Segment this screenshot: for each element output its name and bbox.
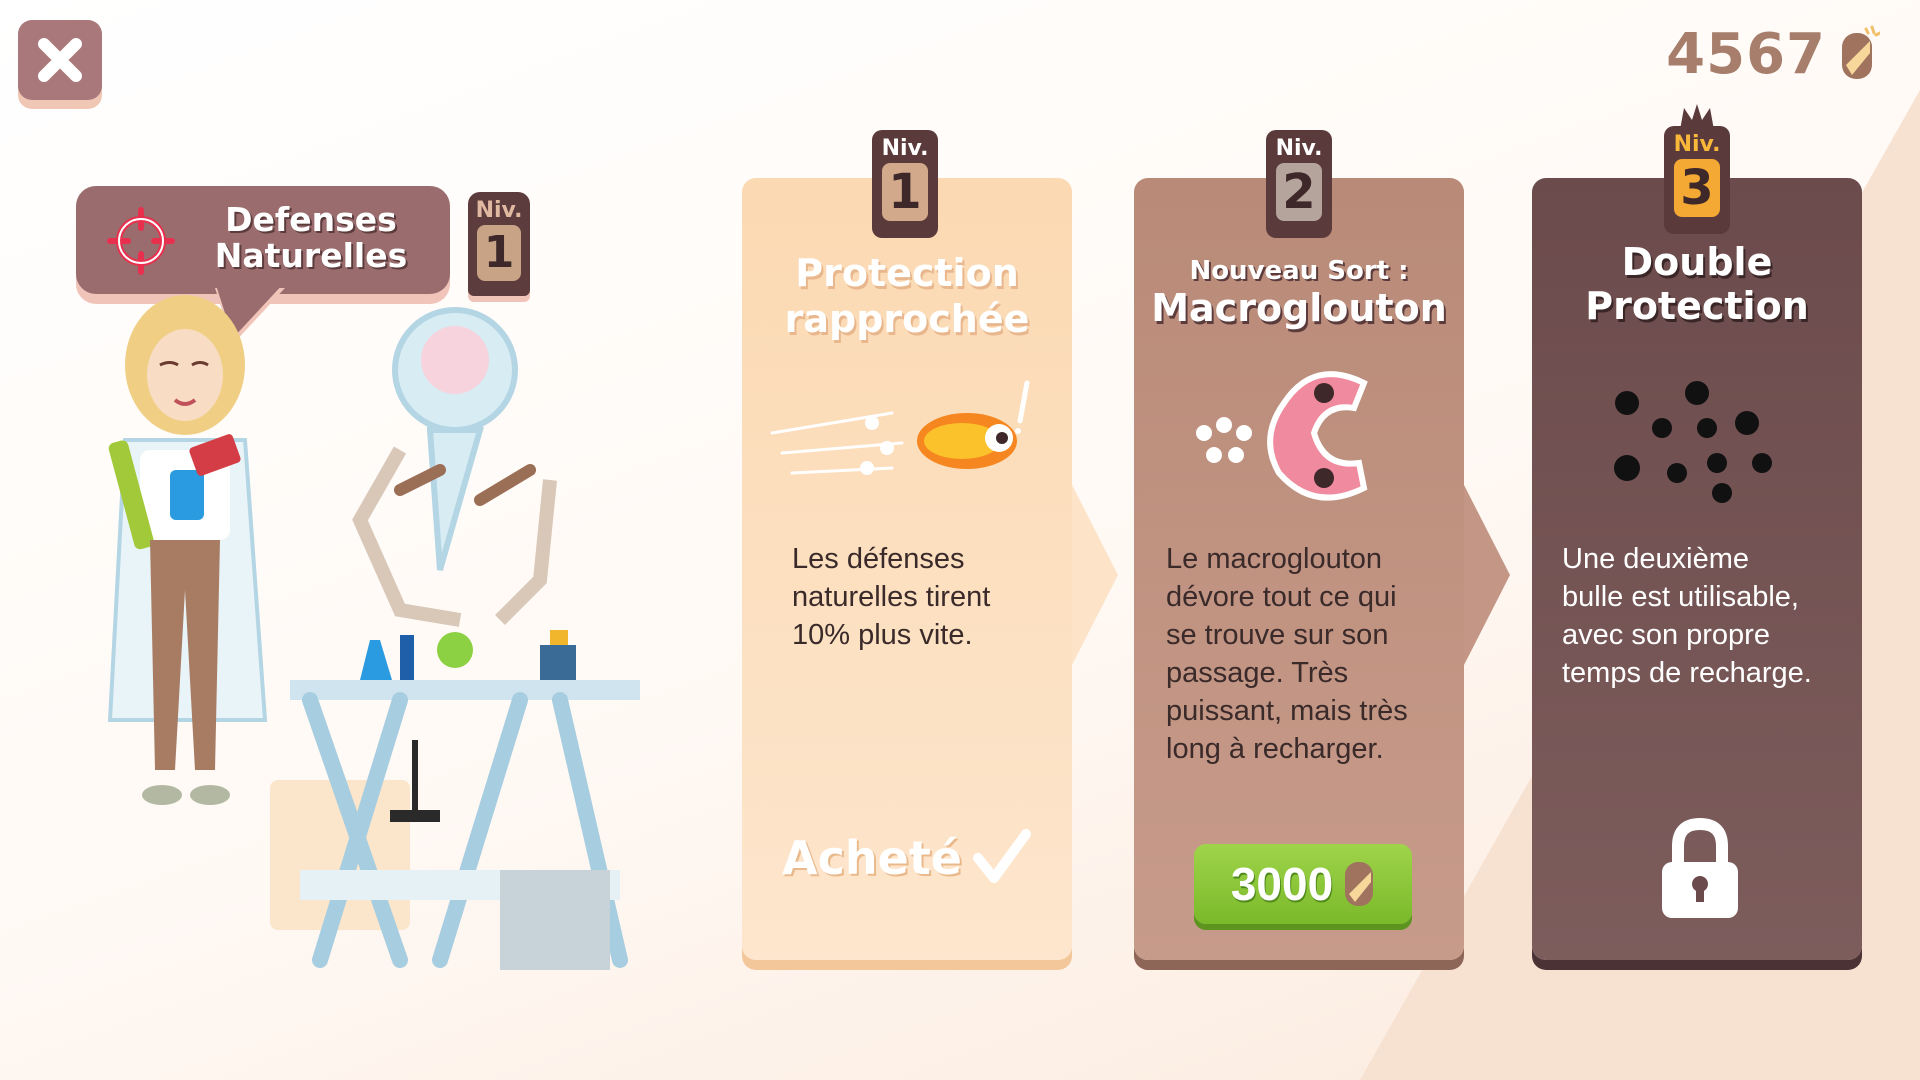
card2-level-number: 2 [1276,163,1322,221]
price-value: 3000 [1230,858,1334,910]
upgrade-card-1[interactable]: Protection rapprochée Les défenses natur… [742,178,1072,960]
coin-icon [1842,25,1880,79]
card3-desc-line3: avec son propre [1562,619,1770,651]
card2-level-tag: Niv. 2 [1266,130,1332,238]
upgrade-card-2[interactable]: Nouveau Sort : Macroglouton Le macroglou… [1134,178,1464,960]
skill-level-label: Niv. [475,198,523,223]
card2-desc-line2: dévore tout ce qui [1166,581,1397,613]
lock-icon [1662,818,1738,918]
card3-title: Double Protection [1532,240,1862,328]
buy-button[interactable]: 3000 [1194,844,1412,924]
skill-level-number: 1 [477,225,521,281]
skill-name-bubble: Defenses Naturelles [76,186,450,294]
skill-name: Defenses Naturelles [176,202,446,274]
upgrade-card-3[interactable]: Double Protection Une deuxième bulle est… [1532,178,1862,960]
purchased-text: Acheté [782,831,963,885]
close-button[interactable] [18,20,102,100]
card2-desc-line5: puissant, mais très [1166,695,1408,727]
card1-description: Les défenses naturelles tirent 10% plus … [792,540,1072,654]
card3-desc-line2: bulle est utilisable, [1562,581,1799,613]
card2-desc-line4: passage. Très [1166,657,1349,689]
skill-level-tag: Niv. 1 [468,192,530,296]
card1-title-line1: Protection [795,251,1019,295]
skill-name-line2: Naturelles [214,236,408,275]
card1-title: Protection rapprochée [742,250,1072,342]
card3-level-number: 3 [1674,159,1720,217]
card1-desc-line1: Les défenses [792,543,965,575]
fireball-creature-illustration [770,380,1030,475]
crown-icon [1680,104,1714,130]
card1-level-tag: Niv. 1 [872,130,938,238]
card1-level-number: 1 [882,163,928,221]
card3-title-line1: Double [1621,240,1773,284]
purchased-label: Acheté [782,828,1032,888]
card1-desc-line2: naturelles tirent [792,581,991,613]
scientist-illustration [107,295,640,970]
card2-desc-line6: long à recharger. [1166,733,1384,765]
card2-subtitle: Nouveau Sort : [1189,256,1409,286]
card3-level-tag: Niv. 3 [1664,104,1730,234]
card3-level-label: Niv. [1673,132,1721,157]
card1-title-line2: rapprochée [784,297,1030,341]
coin-amount: 4567 [1666,22,1826,87]
card3-description: Une deuxième bulle est utilisable, avec … [1562,540,1842,692]
close-icon [38,38,82,82]
card3-desc-line1: Une deuxième [1562,543,1749,575]
macroglouton-illustration [1196,371,1368,501]
card3-desc-line4: temps de recharge. [1562,657,1812,689]
card1-level-label: Niv. [881,136,929,161]
card2-title: Macroglouton [1151,286,1447,330]
arrow-1 [1072,485,1118,665]
arrow-2 [1464,485,1510,665]
card1-desc-line3: 10% plus vite. [792,619,973,651]
checkmark-icon [973,829,1032,883]
card2-level-label: Niv. [1275,136,1323,161]
card3-title-line2: Protection [1585,284,1809,328]
card2-desc-line3: se trouve sur son [1166,619,1389,651]
target-icon [107,207,175,275]
card2-description: Le macroglouton dévore tout ce qui se tr… [1166,540,1446,768]
coin-icon [1345,862,1374,906]
card2-desc-line1: Le macroglouton [1166,543,1383,575]
bubble-swarm-illustration [1614,381,1772,503]
skill-name-line1: Defenses [225,200,397,239]
coin-counter: 4567 [1666,22,1880,87]
